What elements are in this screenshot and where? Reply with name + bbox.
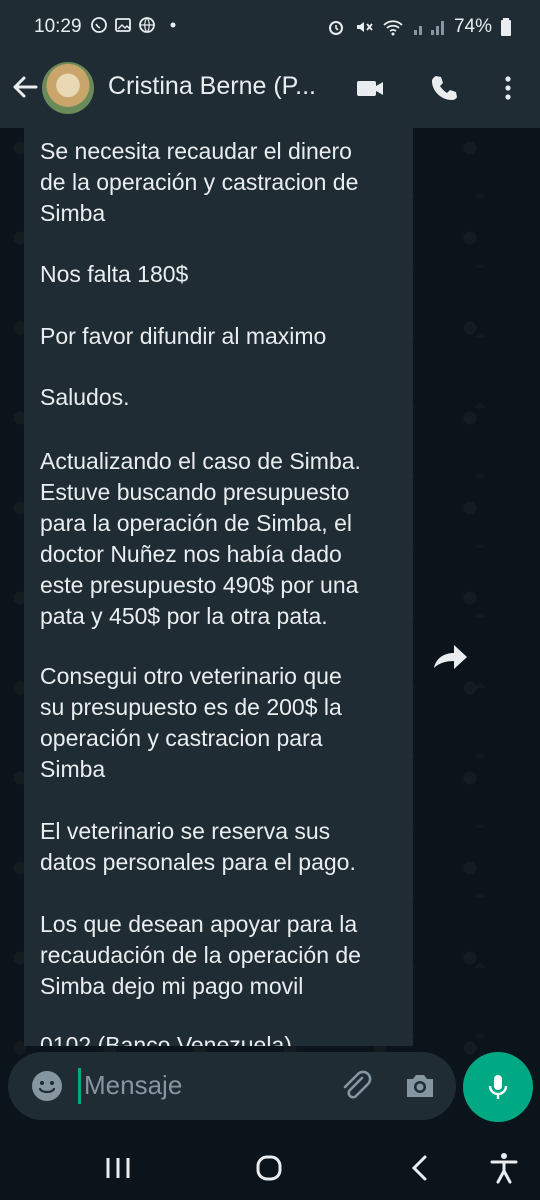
- contact-avatar[interactable]: [42, 62, 94, 114]
- alarm-icon: [328, 21, 343, 35]
- message-composer: Mensaje: [8, 1052, 456, 1120]
- message-line: datos personales para el pago.: [40, 849, 356, 875]
- message-line: para la operación de Simba, el: [40, 510, 352, 536]
- status-bar: 10:29 74%: [0, 0, 540, 54]
- message-line: Saludos.: [40, 384, 130, 410]
- message-line: Los que desean apoyar para la: [40, 911, 358, 937]
- forward-icon[interactable]: [426, 636, 474, 676]
- message-line: Actualizando el caso de Simba.: [40, 448, 361, 474]
- message-input[interactable]: Mensaje: [84, 1070, 182, 1101]
- chat-header: Cristina Berne (P...: [0, 54, 540, 128]
- message-line: operación y castracion para: [40, 725, 323, 751]
- voice-message-button[interactable]: [463, 1052, 533, 1122]
- globe-notification-icon: [139, 17, 155, 33]
- video-call-icon[interactable]: [354, 72, 386, 104]
- message-line: su presupuesto es de 200$ la: [40, 694, 342, 720]
- whatsapp-notification-icon: [91, 17, 107, 33]
- top-bar: 10:29 74% Cristina Berne (P...: [0, 0, 540, 128]
- message-line: Simba dejo mi pago movil: [40, 973, 304, 999]
- message-line: recaudación de la operación de: [40, 942, 361, 968]
- wifi-icon: [383, 20, 403, 36]
- battery-icon: [501, 18, 511, 36]
- home-icon[interactable]: [251, 1150, 287, 1186]
- mic-icon: [488, 1075, 508, 1099]
- dot-icon: [170, 22, 176, 28]
- contact-name[interactable]: Cristina Berne (P...: [108, 72, 316, 101]
- message-line: Consegui otro veterinario que: [40, 663, 342, 689]
- signal-icon: [413, 21, 444, 35]
- paperclip-icon[interactable]: [338, 1068, 374, 1104]
- message-line: El veterinario se reserva sus: [40, 818, 331, 844]
- status-system-icons: 74%: [326, 16, 512, 38]
- message-line: Simba: [40, 200, 106, 226]
- text-cursor: [78, 1068, 81, 1104]
- phone-icon[interactable]: [428, 72, 460, 104]
- accessibility-icon[interactable]: [486, 1150, 522, 1186]
- back-nav-icon[interactable]: [402, 1150, 438, 1186]
- more-vert-icon[interactable]: [492, 72, 524, 104]
- camera-icon[interactable]: [402, 1068, 438, 1104]
- message-line: 0102 (Banco Venezuela): [40, 1032, 292, 1046]
- message-line: Simba: [40, 756, 106, 782]
- status-time: 10:29: [34, 16, 82, 37]
- arrow-left-icon[interactable]: [10, 72, 40, 102]
- message-line: este presupuesto 490$ por una: [40, 572, 359, 598]
- message-line: Nos falta 180$: [40, 261, 189, 287]
- mute-icon: [356, 22, 373, 32]
- message-line: Se necesita recaudar el dinero: [40, 138, 352, 164]
- message-line: de la operación y castracion de: [40, 169, 359, 195]
- message-line: Estuve buscando presupuesto: [40, 479, 350, 505]
- message-line: pata y 450$ por la otra pata.: [40, 603, 328, 629]
- battery-percent: 74%: [453, 16, 492, 37]
- recent-apps-icon[interactable]: [100, 1150, 136, 1186]
- status-notification-icons: [90, 16, 180, 34]
- message-line: Por favor difundir al maximo: [40, 323, 327, 349]
- message-line: doctor Nuñez nos había dado: [40, 541, 342, 567]
- emoji-icon[interactable]: [30, 1069, 64, 1103]
- system-navigation-bar: [0, 1130, 540, 1200]
- gallery-notification-icon: [115, 18, 131, 32]
- message-bubble[interactable]: Se necesita recaudar el dinero de la ope…: [24, 128, 413, 1046]
